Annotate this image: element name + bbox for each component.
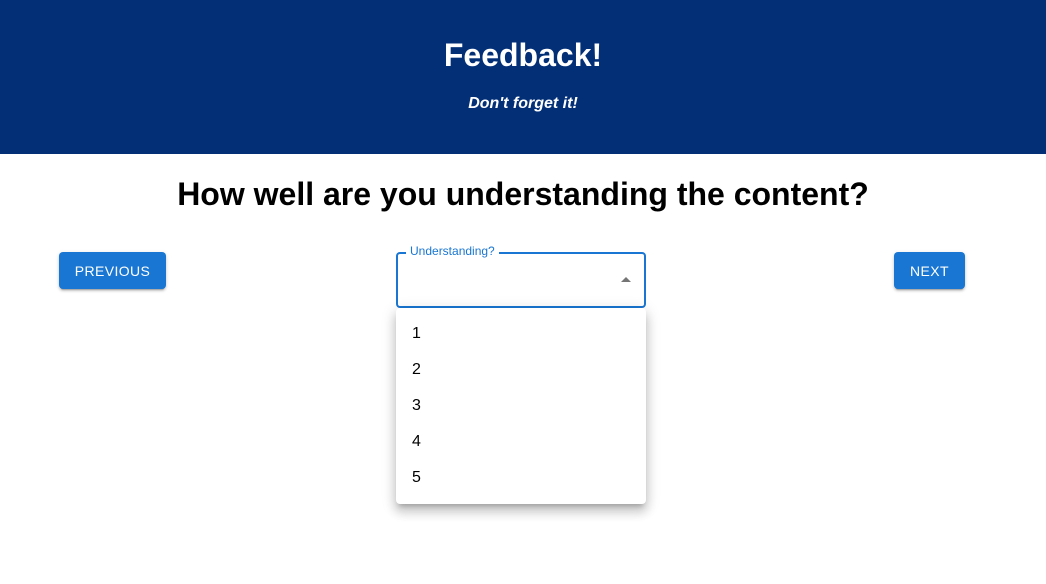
option-4[interactable]: 4 — [396, 424, 646, 460]
option-2[interactable]: 2 — [396, 352, 646, 388]
understanding-select[interactable]: Understanding? — [396, 243, 646, 308]
option-3[interactable]: 3 — [396, 388, 646, 424]
page-header: Feedback! Don't forget it! — [0, 0, 1046, 154]
select-options-menu: 1 2 3 4 5 — [396, 308, 646, 504]
page-subtitle: Don't forget it! — [468, 95, 578, 112]
option-5[interactable]: 5 — [396, 460, 646, 496]
page-title: Feedback! — [443, 37, 603, 73]
option-1[interactable]: 1 — [396, 316, 646, 352]
dropdown-arrow-icon[interactable] — [621, 277, 631, 282]
select-label: Understanding? — [406, 243, 499, 259]
question-heading: How well are you understanding the conte… — [177, 176, 869, 212]
previous-button[interactable]: PREVIOUS — [59, 252, 166, 289]
next-button[interactable]: NEXT — [894, 252, 965, 289]
select-outline — [396, 252, 646, 308]
